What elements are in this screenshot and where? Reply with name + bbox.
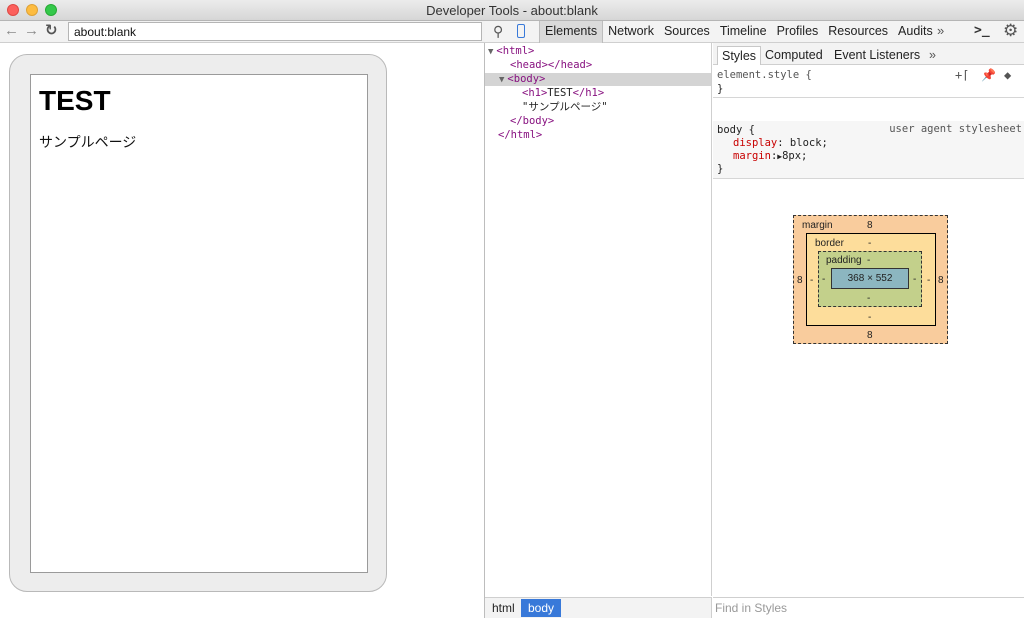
rule-source[interactable]: user agent stylesheet [889, 123, 1022, 135]
border-label: border [815, 238, 844, 249]
margin-label: margin [802, 220, 833, 231]
window-title: Developer Tools - about:blank [426, 3, 598, 18]
margin-left-value[interactable]: 8 [797, 275, 803, 286]
reload-icon[interactable]: ↻ [45, 23, 58, 39]
find-in-styles-input[interactable] [715, 600, 1015, 616]
box-model-content[interactable]: 368 × 552 [831, 268, 909, 289]
console-drawer-icon[interactable]: >_ [974, 23, 990, 38]
tab-event-listeners[interactable]: Event Listeners [830, 46, 924, 65]
tab-profiles[interactable]: Profiles [772, 21, 824, 43]
elements-tree: ▼ <html> <head></head> ▼ <body> <h1>TEST</… [485, 43, 712, 596]
tree-node-h1[interactable]: <h1>TEST</h1> [522, 87, 604, 100]
devtools-tabs: Elements Network Sources Timeline Profil… [539, 21, 938, 43]
tree-node-body-close[interactable]: </body> [510, 115, 554, 128]
rule-close-brace: } [717, 163, 724, 175]
sidebar-tabs: Styles Computed Event Listeners » [713, 43, 1024, 65]
toggle-state-icon[interactable]: ◆ [1004, 68, 1011, 82]
find-in-styles-bar [713, 597, 1024, 618]
window-title-bar: Developer Tools - about:blank [0, 0, 1024, 21]
device-frame: TEST サンプルページ [9, 54, 387, 592]
tab-styles[interactable]: Styles [717, 46, 762, 65]
margin-top-value[interactable]: 8 [867, 220, 873, 231]
more-sidebar-tabs-icon[interactable]: » [925, 46, 940, 65]
tab-timeline[interactable]: Timeline [715, 21, 772, 43]
new-rule-icon[interactable]: +⌈ [955, 68, 969, 82]
pin-icon[interactable]: 📌 [981, 68, 996, 82]
border-top-value[interactable]: - [868, 238, 871, 249]
forward-arrow-icon[interactable]: → [24, 23, 39, 39]
breadcrumb-body[interactable]: body [521, 599, 562, 617]
tab-network[interactable]: Network [603, 21, 659, 43]
tab-elements[interactable]: Elements [539, 21, 604, 43]
box-model-padding[interactable]: padding - - - - 368 × 552 [818, 251, 922, 307]
tab-computed[interactable]: Computed [761, 46, 827, 65]
expand-triangle-icon[interactable]: ▼ [488, 47, 493, 57]
padding-top-value[interactable]: - [867, 255, 870, 266]
box-model-margin[interactable]: margin 8 8 8 8 border - - - - padding - … [793, 215, 948, 344]
more-tabs-icon[interactable]: » [937, 23, 944, 38]
padding-bottom-value[interactable]: - [867, 293, 870, 304]
padding-left-value[interactable]: - [822, 274, 825, 285]
content-size: 368 × 552 [847, 273, 893, 284]
browser-pane: ← → ↻ TEST サンプルページ [0, 21, 485, 618]
padding-right-value[interactable]: - [913, 274, 916, 285]
search-icon[interactable]: ⚲ [493, 23, 503, 40]
gear-icon[interactable]: ⚙ [1003, 21, 1018, 41]
tree-node-html-close[interactable]: </html> [498, 129, 542, 142]
rule-close-brace: } [717, 83, 724, 95]
element-style-selector: element.style { [717, 69, 812, 81]
padding-label: padding [826, 255, 862, 266]
tab-sources[interactable]: Sources [659, 21, 715, 43]
breadcrumb: html body [485, 597, 712, 618]
page-text: サンプルページ [39, 134, 137, 150]
margin-right-value[interactable]: 8 [938, 275, 944, 286]
url-bar: ← → ↻ [0, 21, 485, 43]
expand-triangle-icon[interactable]: ▼ [499, 75, 504, 85]
tab-audits[interactable]: Audits [893, 21, 938, 43]
border-bottom-value[interactable]: - [868, 312, 871, 323]
body-style-rule[interactable]: body { user agent stylesheet display: bl… [713, 121, 1024, 179]
device-mode-icon[interactable] [517, 24, 525, 38]
devtools-toolbar: ⚲ Elements Network Sources Timeline Prof… [485, 21, 1024, 43]
device-screen: TEST サンプルページ [30, 74, 368, 573]
margin-bottom-value[interactable]: 8 [867, 330, 873, 341]
tab-resources[interactable]: Resources [823, 21, 893, 43]
element-style-rule[interactable]: element.style { } +⌈ 📌 ◆ [713, 66, 1024, 98]
box-model-border[interactable]: border - - - - padding - - - - 368 × 552 [806, 233, 936, 326]
border-right-value[interactable]: - [927, 275, 930, 286]
css-property-margin[interactable]: margin:▶8px; [733, 150, 807, 163]
back-arrow-icon[interactable]: ← [4, 23, 19, 39]
css-property-display[interactable]: display: block; [733, 137, 828, 149]
page-heading: TEST [39, 85, 111, 116]
styles-sidebar: Styles Computed Event Listeners » elemen… [713, 43, 1024, 618]
url-input[interactable] [68, 22, 482, 41]
border-left-value[interactable]: - [810, 275, 813, 286]
breadcrumb-html[interactable]: html [485, 599, 522, 617]
tree-node-head[interactable]: <head></head> [510, 59, 592, 72]
tree-node-html[interactable]: ▼ <html> [488, 45, 534, 58]
tree-node-text[interactable]: "サンプルページ" [522, 101, 608, 114]
body-selector: body { [717, 124, 755, 136]
tree-node-body[interactable]: ▼ <body> [485, 73, 711, 86]
devtools-panel: ⚲ Elements Network Sources Timeline Prof… [485, 21, 1024, 618]
